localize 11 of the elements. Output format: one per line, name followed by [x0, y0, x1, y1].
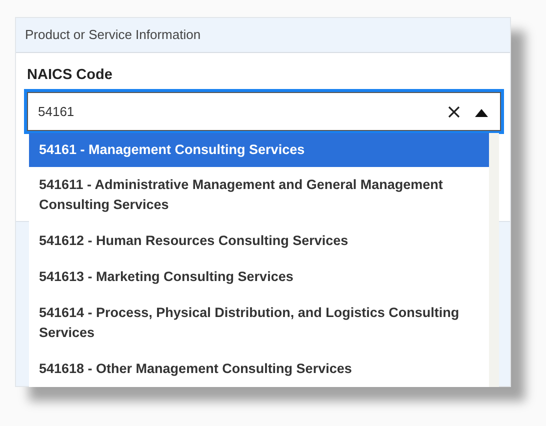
field-label: NAICS Code: [27, 67, 114, 83]
dropdown-option[interactable]: 54161 - Management Consulting Services: [29, 133, 489, 167]
dropdown-option[interactable]: 541611 - Administrative Management and General Management Consulting Services: [29, 167, 489, 223]
dropdown-option[interactable]: 541614 - Process, Physical Distribution, and Logistics Consulting Services: [29, 295, 489, 351]
combo-box[interactable]: 54161: [27, 92, 501, 131]
dropdown-option[interactable]: 541613 - Marketing Consulting Services: [29, 259, 489, 295]
dropdown-option[interactable]: 541618 - Other Management Consulting Services: [29, 351, 489, 387]
caret-icon[interactable]: [475, 108, 488, 116]
clear-icon[interactable]: [448, 106, 460, 118]
dropdown-option[interactable]: 541612 - Human Resources Consulting Services: [29, 223, 489, 259]
section-header: Product or Service Information: [16, 18, 510, 53]
